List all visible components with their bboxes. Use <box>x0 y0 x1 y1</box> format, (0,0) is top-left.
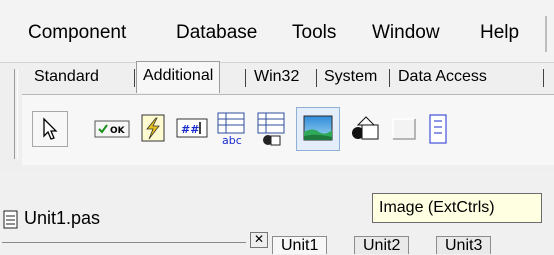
drawgrid-icon <box>257 112 285 146</box>
palette-tab-strip: Standard Additional Win32 System Data Ac… <box>22 61 554 93</box>
image-component[interactable] <box>296 107 340 151</box>
tab-unit1[interactable]: Unit1 <box>272 236 328 254</box>
tab-divider <box>316 69 317 87</box>
tab-data-access[interactable]: Data Access <box>392 63 493 91</box>
image-icon <box>303 115 333 141</box>
document-icon <box>3 210 18 229</box>
menu-tools[interactable]: Tools <box>292 22 336 44</box>
menu-window[interactable]: Window <box>372 22 440 44</box>
scrollbox-icon <box>429 114 447 144</box>
maskedit-component[interactable]: ## <box>172 109 212 149</box>
bevel-component[interactable] <box>384 109 424 149</box>
editor-file-title: Unit1.pas <box>24 208 101 228</box>
svg-text:OK: OK <box>110 126 126 136</box>
maskedit-icon: ## <box>176 118 208 138</box>
component-palette: Standard Additional Win32 System Data Ac… <box>0 61 554 171</box>
tab-divider <box>245 69 246 87</box>
tab-divider <box>543 69 544 87</box>
menu-component[interactable]: Component <box>28 22 126 44</box>
pointer-tool[interactable] <box>32 111 68 147</box>
bitbtn-icon: OK <box>94 120 130 138</box>
component-row: OK ## abc <box>22 94 554 165</box>
tab-unit3[interactable]: Unit3 <box>436 236 492 254</box>
tab-system[interactable]: System <box>318 63 383 91</box>
stringgrid-component[interactable]: abc <box>212 109 252 149</box>
drawgrid-component[interactable] <box>252 109 292 149</box>
editor-tab-strip: ✕ Unit1 Unit2 Unit3 <box>0 232 554 254</box>
menu-help[interactable]: Help <box>480 22 519 44</box>
palette-grip[interactable] <box>14 69 18 159</box>
tab-additional[interactable]: Additional <box>136 61 221 93</box>
tab-standard[interactable]: Standard <box>28 63 105 91</box>
shape-icon <box>352 116 379 140</box>
tab-unit2[interactable]: Unit2 <box>354 236 410 254</box>
tab-divider <box>134 69 135 87</box>
close-icon[interactable]: ✕ <box>250 232 268 248</box>
menu-separator <box>545 16 547 52</box>
scrollbox-component[interactable] <box>426 109 456 149</box>
panel-divider <box>2 242 246 243</box>
bevel-icon <box>392 118 416 140</box>
menu-database[interactable]: Database <box>176 22 257 44</box>
menu-bar: Component Database Tools Window Help <box>0 0 554 62</box>
bitbtn-component[interactable]: OK <box>92 109 132 149</box>
svg-text:##: ## <box>181 123 199 136</box>
svg-text:abc: abc <box>222 134 242 147</box>
speedbutton-icon <box>141 114 165 142</box>
arrow-cursor-icon <box>43 117 58 140</box>
tab-divider <box>389 69 390 87</box>
stringgrid-icon: abc <box>217 112 245 147</box>
tab-win32[interactable]: Win32 <box>248 63 305 91</box>
shape-component[interactable] <box>344 109 384 149</box>
speedbutton-component[interactable] <box>132 109 172 149</box>
component-tooltip: Image (ExtCtrls) <box>372 193 542 223</box>
